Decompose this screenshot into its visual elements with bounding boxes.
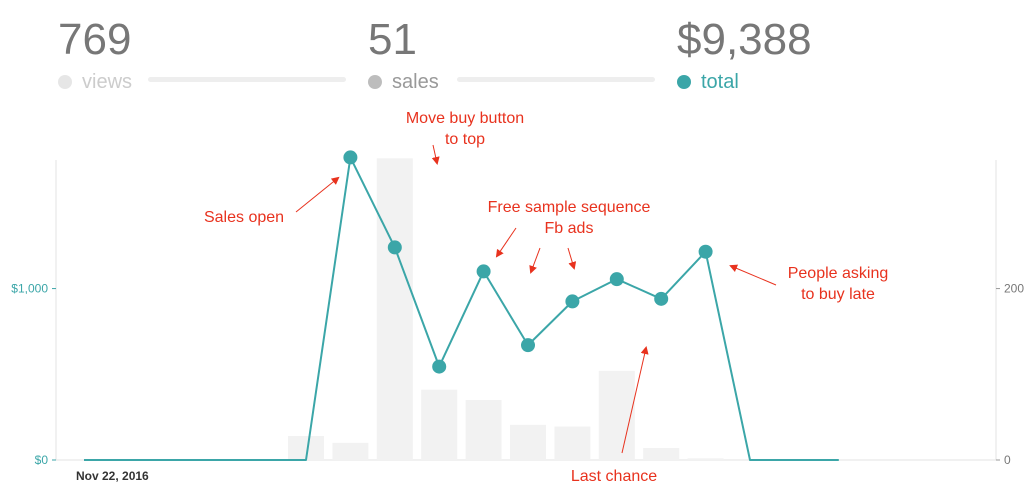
bar-views-11[interactable] — [554, 426, 591, 460]
x-start-date-label: Nov 22, 2016 — [76, 469, 149, 483]
right-tick-label-1: 200 — [1004, 282, 1024, 296]
annotation-0: Move buy button to top — [406, 110, 524, 148]
bar-views-12[interactable] — [598, 370, 635, 460]
bar-views-9[interactable] — [465, 400, 502, 460]
total-point-12[interactable] — [609, 272, 624, 287]
total-point-11[interactable] — [565, 294, 580, 309]
bar-views-13[interactable] — [643, 448, 680, 460]
total-point-13[interactable] — [654, 291, 669, 306]
annotation-2-arrow-1 — [529, 247, 541, 274]
annotation-2-arrow-0 — [495, 227, 517, 258]
right-tick-label-0: 0 — [1004, 453, 1011, 467]
bar-views-6[interactable] — [332, 442, 369, 460]
bar-views-7[interactable] — [376, 158, 413, 461]
total-point-10[interactable] — [521, 338, 535, 353]
bar-views-10[interactable] — [510, 424, 546, 460]
annotation-3: People asking to buy late — [788, 265, 889, 303]
annotation-3-line-1: to buy late — [801, 286, 875, 303]
annotation-0-line-1: to top — [445, 131, 485, 148]
annotation-3-line-0: People asking — [788, 265, 889, 282]
annotation-2: Free sample sequence Fb ads — [488, 199, 651, 237]
total-point-6[interactable] — [343, 150, 358, 165]
total-point-14[interactable] — [698, 244, 713, 259]
annotation-1: Sales open — [204, 209, 284, 226]
annotation-2-line-0: Free sample sequence — [488, 199, 651, 216]
annotation-2-arrow-2 — [567, 247, 577, 270]
left-tick-label-1: $1,000 — [11, 282, 48, 296]
sales-chart: $0 $1,000 0 200 Nov 22, 2016 Move buy button… — [11, 110, 1024, 485]
annotation-2-line-1: Fb ads — [545, 220, 594, 237]
total-point-8[interactable] — [432, 359, 447, 374]
annotation-0-arrow-0 — [431, 144, 440, 165]
annotation-0-line-0: Move buy button — [406, 110, 524, 127]
annotation-1-line-0: Sales open — [204, 209, 284, 226]
bar-views-14[interactable] — [687, 458, 724, 460]
annotation-4: Last chance — [571, 468, 657, 485]
annotation-3-arrow-0 — [729, 264, 777, 286]
total-series-line — [84, 156, 839, 461]
total-point-9[interactable] — [476, 264, 491, 279]
annotation-1-arrow-0 — [295, 176, 340, 213]
bar-views-8[interactable] — [421, 389, 458, 460]
total-point-7[interactable] — [387, 240, 402, 255]
annotation-4-line-0: Last chance — [571, 468, 657, 485]
left-tick-label-0: $0 — [35, 453, 49, 467]
